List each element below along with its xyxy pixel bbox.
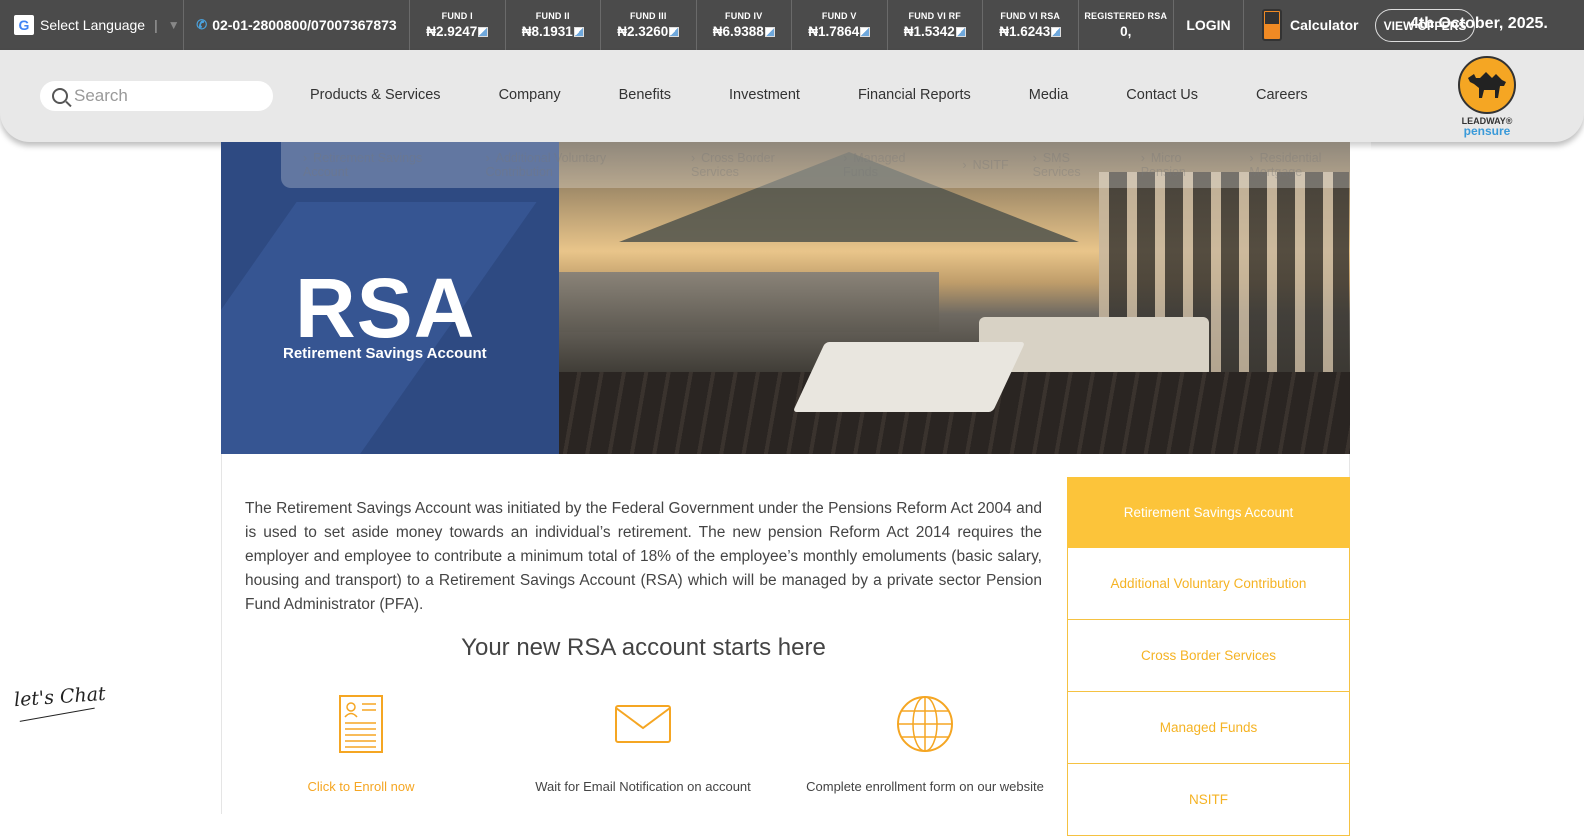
calculator-button[interactable]: Calculator bbox=[1244, 0, 1364, 50]
nav-item-financial-reports[interactable]: Financial Reports bbox=[858, 87, 971, 103]
fund-value: ₦2.9247 bbox=[426, 24, 489, 39]
fund-value: ₦8.1931 bbox=[522, 24, 584, 39]
fund-price-1[interactable]: FUND I ₦2.9247 bbox=[410, 0, 506, 50]
chart-icon bbox=[478, 26, 489, 37]
fund-price-5[interactable]: FUND V ₦1.7864 bbox=[792, 0, 888, 50]
language-selector[interactable]: G Select Language | ▼ bbox=[0, 0, 184, 50]
calculator-label: Calculator bbox=[1290, 17, 1359, 33]
chart-icon bbox=[669, 26, 680, 37]
sub-nav: Retirement Savings Account Additional Vo… bbox=[281, 142, 1371, 188]
nav-item-media[interactable]: Media bbox=[1029, 87, 1069, 103]
envelope-icon bbox=[614, 694, 672, 754]
nav-item-products[interactable]: Products & Services bbox=[310, 87, 441, 103]
fund-name: FUND V bbox=[821, 11, 857, 21]
nav-item-contact[interactable]: Contact Us bbox=[1126, 87, 1198, 103]
side-item-managed-funds[interactable]: Managed Funds bbox=[1067, 692, 1350, 764]
side-menu: Retirement Savings Account Additional Vo… bbox=[1067, 477, 1350, 836]
phone-contact[interactable]: ✆ 02-01-2800800/07007367873 bbox=[184, 0, 410, 50]
subnav-item[interactable]: Residential Mortgage bbox=[1249, 151, 1371, 179]
nav-item-company[interactable]: Company bbox=[499, 87, 561, 103]
side-item-avc[interactable]: Additional Voluntary Contribution bbox=[1067, 548, 1350, 620]
divider: | bbox=[154, 17, 158, 33]
registered-label: REGISTERED RSA bbox=[1084, 11, 1168, 21]
language-label: Select Language bbox=[40, 17, 146, 33]
date-display: 4th October, 2025. bbox=[1410, 15, 1548, 32]
fund-value: ₦1.6243 bbox=[999, 24, 1062, 39]
fund-name: FUND III bbox=[629, 11, 667, 21]
subnav-item[interactable]: Micro Pension bbox=[1141, 151, 1226, 179]
fund-price-3[interactable]: FUND III ₦2.3260 bbox=[601, 0, 697, 50]
logo-text-pensure: pensure bbox=[1463, 124, 1511, 138]
subnav-item[interactable]: Additional Voluntary Contribution bbox=[485, 151, 667, 179]
subnav-item[interactable]: Managed Funds bbox=[843, 151, 938, 179]
nav-item-investment[interactable]: Investment bbox=[729, 87, 800, 103]
nav-item-careers[interactable]: Careers bbox=[1256, 87, 1308, 103]
chart-icon bbox=[573, 26, 584, 37]
search-input[interactable] bbox=[74, 86, 264, 106]
registered-value: 0, bbox=[1120, 24, 1132, 39]
step-label: Complete enrollment form on our website bbox=[806, 779, 1044, 794]
topbar-right: VIEW OFFERS 4th October, 2025. bbox=[1364, 0, 1584, 50]
registered-rsa: REGISTERED RSA 0, bbox=[1079, 0, 1174, 50]
fund-price-4[interactable]: FUND IV ₦6.9388 bbox=[697, 0, 792, 50]
top-bar: G Select Language | ▼ ✆ 02-01-2800800/07… bbox=[0, 0, 1584, 50]
fund-price-7[interactable]: FUND VI RSA ₦1.6243 bbox=[983, 0, 1079, 50]
fund-name: FUND VI RSA bbox=[1000, 11, 1061, 21]
login-button[interactable]: LOGIN bbox=[1174, 0, 1244, 50]
fund-value: ₦6.9388 bbox=[713, 24, 775, 39]
subnav-item[interactable]: NSITF bbox=[962, 158, 1009, 172]
fund-name: FUND I bbox=[441, 11, 473, 21]
side-item-rsa[interactable]: Retirement Savings Account bbox=[1067, 477, 1350, 548]
globe-icon bbox=[895, 694, 955, 754]
phone-icon: ✆ bbox=[196, 17, 208, 32]
leadway-pensure-logo[interactable]: LEADWAY® pensure bbox=[1452, 56, 1522, 140]
side-item-nsitf[interactable]: NSITF bbox=[1067, 764, 1350, 836]
google-icon: G bbox=[14, 15, 34, 35]
camel-icon bbox=[1458, 56, 1516, 114]
hero-image bbox=[559, 142, 1350, 454]
fund-name: FUND IV bbox=[725, 11, 763, 21]
hero-banner: RSA Retirement Savings Account bbox=[221, 142, 1350, 454]
hero-image-sea bbox=[559, 272, 939, 332]
intro-paragraph: The Retirement Savings Account was initi… bbox=[245, 500, 1042, 613]
nav-menu: Products & Services Company Benefits Inv… bbox=[310, 87, 1308, 103]
main-nav: Products & Services Company Benefits Inv… bbox=[0, 50, 1584, 142]
fund-value: ₦1.7864 bbox=[808, 24, 871, 39]
document-icon bbox=[338, 694, 384, 754]
phone-number: 02-01-2800800/07007367873 bbox=[212, 17, 397, 33]
hero-title-panel: RSA Retirement Savings Account bbox=[221, 142, 559, 454]
subnav-item[interactable]: Retirement Savings Account bbox=[303, 151, 461, 179]
fund-value: ₦2.3260 bbox=[617, 24, 680, 39]
step-label[interactable]: Click to Enroll now bbox=[308, 778, 415, 796]
subnav-item[interactable]: SMS Services bbox=[1033, 151, 1117, 179]
fund-name: FUND VI RF bbox=[908, 11, 961, 21]
hero-subtitle: Retirement Savings Account bbox=[283, 345, 487, 362]
hero-title: RSA bbox=[295, 261, 476, 355]
search-box[interactable] bbox=[40, 81, 273, 111]
chat-button[interactable]: let's Chat bbox=[13, 683, 106, 711]
step-label: Wait for Email Notification on account bbox=[535, 779, 751, 794]
nav-item-benefits[interactable]: Benefits bbox=[619, 87, 671, 103]
hero-image-lounger bbox=[792, 342, 1026, 412]
calculator-icon bbox=[1262, 9, 1282, 41]
side-item-cross-border[interactable]: Cross Border Services bbox=[1067, 620, 1350, 692]
fund-price-6[interactable]: FUND VI RF ₦1.5342 bbox=[888, 0, 983, 50]
chart-icon bbox=[860, 26, 871, 37]
subnav-item[interactable]: Cross Border Services bbox=[691, 151, 819, 179]
chart-icon bbox=[1051, 26, 1062, 37]
step-email: Wait for Email Notification on account bbox=[518, 694, 768, 796]
caret-down-icon: ▼ bbox=[167, 18, 180, 32]
search-icon bbox=[52, 88, 68, 104]
fund-price-2[interactable]: FUND II ₦8.1931 bbox=[506, 0, 601, 50]
chart-icon bbox=[955, 26, 966, 37]
chart-icon bbox=[764, 26, 775, 37]
section-title: Your new RSA account starts here bbox=[461, 634, 826, 661]
step-complete-form: Complete enrollment form on our website bbox=[800, 694, 1050, 796]
step-enroll[interactable]: Click to Enroll now bbox=[236, 694, 486, 796]
fund-name: FUND II bbox=[535, 11, 570, 21]
fund-value: ₦1.5342 bbox=[904, 24, 966, 39]
